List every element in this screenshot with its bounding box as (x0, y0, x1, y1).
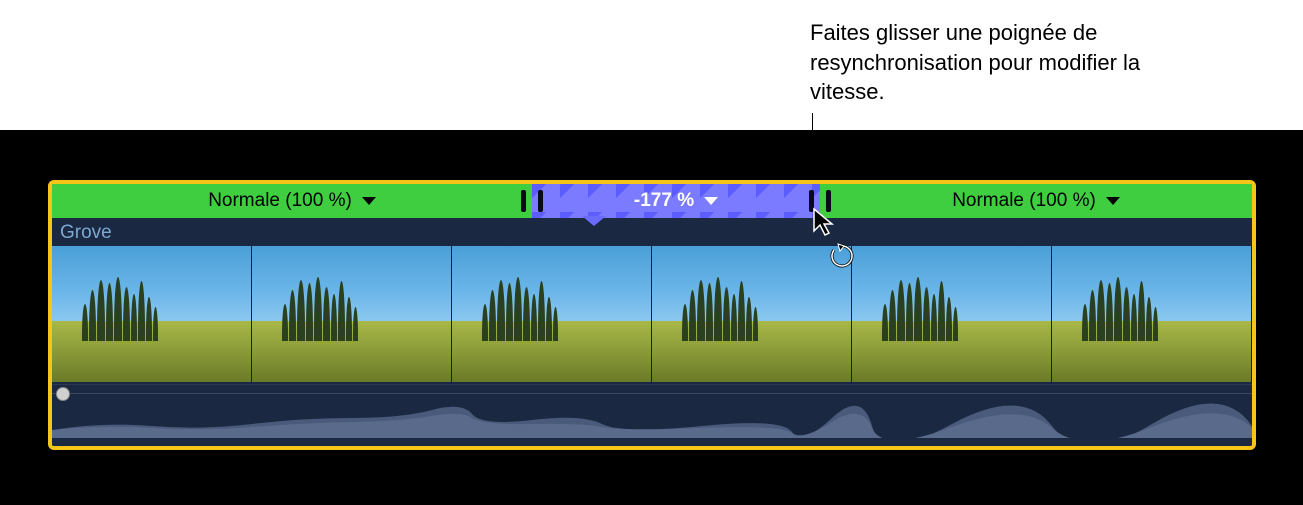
speed-label: Normale (100 %) (208, 190, 352, 212)
thumbnail-frame (252, 246, 452, 382)
speed-label: -177 % (634, 190, 694, 212)
clip-filmstrip[interactable] (52, 246, 1252, 382)
retiming-handle[interactable] (809, 190, 814, 212)
audio-level-line[interactable] (52, 393, 1252, 394)
speed-label: Normale (100 %) (952, 190, 1096, 212)
chevron-down-icon[interactable] (1106, 197, 1120, 205)
speed-segment-reverse[interactable]: -177 % (532, 184, 820, 218)
retiming-handle[interactable] (826, 190, 831, 212)
retiming-handle[interactable] (521, 190, 526, 212)
thumbnail-frame (52, 246, 252, 382)
audio-keyframe-handle[interactable] (56, 387, 70, 401)
chevron-down-icon[interactable] (362, 197, 376, 205)
video-clip[interactable]: Normale (100 %) -177 % Normale (100 %) G… (48, 180, 1256, 450)
clip-title: Grove (60, 222, 112, 244)
thumbnail-frame (1052, 246, 1252, 382)
thumbnail-frame (452, 246, 652, 382)
audio-waveform-area[interactable] (52, 384, 1252, 446)
retiming-handle[interactable] (538, 190, 543, 212)
thumbnail-frame (652, 246, 852, 382)
thumbnail-frame (852, 246, 1052, 382)
annotation-text: Faites glisser une poignée de resynchron… (810, 18, 1190, 107)
speed-segment-normal-2[interactable]: Normale (100 %) (820, 184, 1252, 218)
audio-waveform (52, 400, 1252, 438)
speed-segment-normal-1[interactable]: Normale (100 %) (52, 184, 532, 218)
retiming-bar: Normale (100 %) -177 % Normale (100 %) (52, 184, 1252, 218)
chevron-down-icon[interactable] (704, 197, 718, 205)
